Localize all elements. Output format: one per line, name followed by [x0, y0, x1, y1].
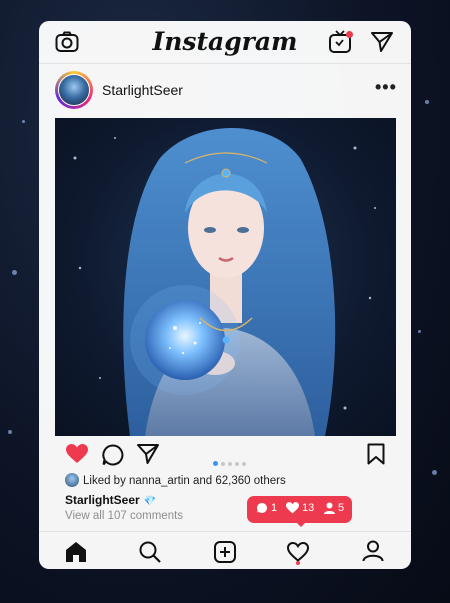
- avatar[interactable]: [55, 71, 93, 109]
- top-bar: Instagram: [39, 21, 411, 64]
- post-frame: Instagram StarlightSeer ••• Liked by nan…: [39, 21, 411, 569]
- comment-count: 1: [256, 502, 277, 514]
- like-heart-icon[interactable]: [66, 444, 88, 464]
- activity-indicator-dot: [296, 561, 300, 565]
- profile-icon[interactable]: [362, 540, 384, 562]
- send-icon[interactable]: [370, 31, 394, 53]
- notification-dot: [346, 31, 353, 38]
- more-options-icon[interactable]: •••: [375, 77, 397, 98]
- bookmark-icon[interactable]: [367, 443, 385, 465]
- like-count-value: 13: [302, 502, 315, 514]
- bokeh-dot: [432, 470, 437, 475]
- share-icon[interactable]: [137, 444, 159, 464]
- follower-count: 5: [324, 502, 344, 514]
- liker-username[interactable]: nanna_artin: [129, 475, 190, 487]
- bottom-nav: [39, 531, 411, 569]
- view-comments-link[interactable]: View all 107 comments: [65, 510, 183, 522]
- liker-avatar: [65, 473, 79, 487]
- like-count: 13: [286, 502, 314, 514]
- post-username[interactable]: StarlightSeer: [102, 82, 183, 98]
- likes-prefix: Liked by: [83, 475, 130, 487]
- caption-username[interactable]: StarlightSeer: [65, 493, 140, 507]
- bokeh-dot: [418, 330, 421, 333]
- app-logo: Instagram: [152, 27, 298, 56]
- bokeh-dot: [8, 430, 12, 434]
- bokeh-dot: [12, 270, 17, 275]
- activity-heart-icon[interactable]: [287, 542, 309, 562]
- home-icon[interactable]: [65, 541, 87, 563]
- create-post-icon[interactable]: [214, 541, 236, 563]
- carousel-dot: [235, 462, 239, 466]
- comment-icon[interactable]: [102, 444, 124, 466]
- gem-emoji: 💎: [143, 496, 157, 507]
- carousel-indicator: [213, 453, 249, 471]
- person-icon: [324, 502, 335, 514]
- post-image[interactable]: [55, 118, 396, 436]
- activity-notification-bubble[interactable]: 1 13 5: [247, 496, 352, 527]
- likes-suffix: and 62,360 others: [189, 475, 286, 487]
- follower-count-value: 5: [338, 502, 345, 514]
- bokeh-dot: [425, 100, 429, 104]
- search-icon[interactable]: [139, 541, 161, 563]
- bubble-tail: [295, 521, 307, 527]
- carousel-dot: [242, 462, 246, 466]
- likes-summary[interactable]: Liked by nanna_artin and 62,360 others: [65, 473, 286, 487]
- avatar-image: [58, 74, 90, 106]
- heart-icon: [286, 502, 299, 514]
- carousel-dot: [221, 462, 225, 466]
- comment-count-value: 1: [271, 502, 278, 514]
- carousel-dot: [228, 462, 232, 466]
- caption: StarlightSeer 💎: [65, 493, 156, 507]
- carousel-dot: [213, 461, 218, 466]
- bokeh-dot: [22, 120, 25, 123]
- comment-bubble-icon: [256, 502, 267, 513]
